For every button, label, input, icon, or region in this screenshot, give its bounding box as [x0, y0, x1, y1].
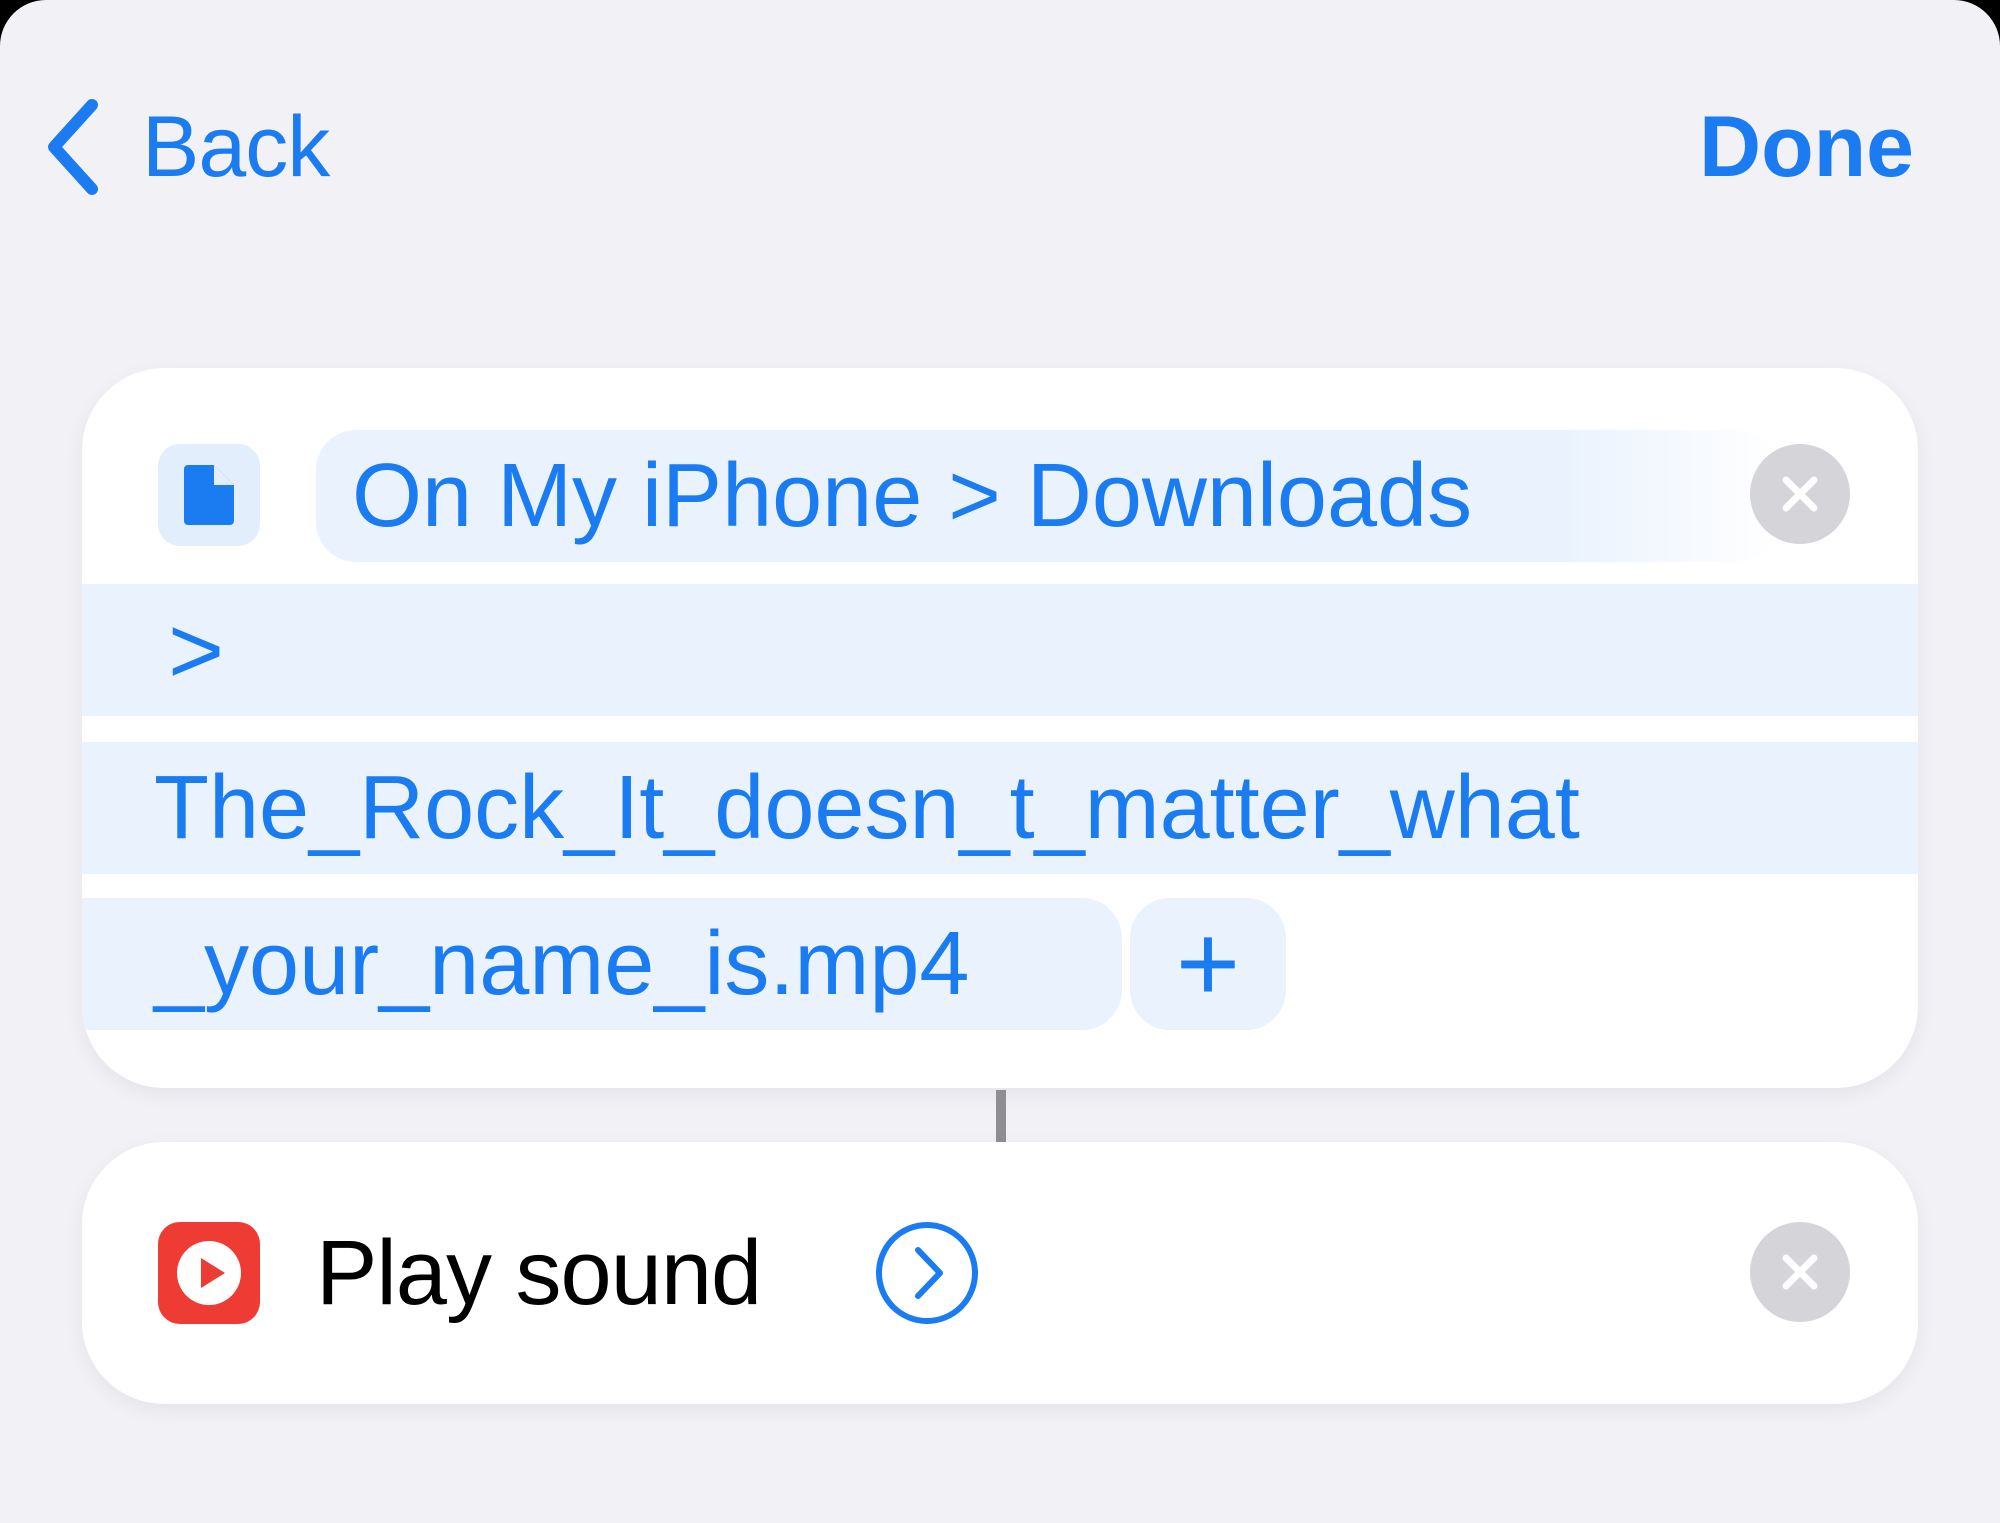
- play-sound-card: Play sound: [82, 1142, 1918, 1404]
- document-icon: [158, 444, 260, 546]
- subpath-row[interactable]: >: [82, 584, 1918, 716]
- back-button[interactable]: Back: [44, 92, 330, 202]
- path-location: On My iPhone: [352, 445, 923, 546]
- remove-action-button[interactable]: [1750, 1222, 1850, 1322]
- filename-line2: _your_name_is.mp4: [154, 913, 970, 1014]
- chevron-right-icon: >: [168, 597, 225, 704]
- filename-token-line2[interactable]: _your_name_is.mp4: [82, 898, 1122, 1030]
- action-title: Play sound: [316, 1222, 762, 1324]
- editor-sheet: Back Done On My iPhone > Downloads > The…: [0, 0, 2000, 1523]
- plus-icon: +: [1175, 902, 1241, 1025]
- remove-action-button[interactable]: [1750, 444, 1850, 544]
- done-button[interactable]: Done: [1699, 92, 1914, 202]
- folder-path-token[interactable]: On My iPhone > Downloads: [316, 430, 1776, 562]
- file-action-card: On My iPhone > Downloads > The_Rock_It_d…: [82, 368, 1918, 1088]
- close-icon: [1782, 1254, 1818, 1290]
- path-separator: >: [948, 445, 1001, 546]
- action-connector: [996, 1090, 1006, 1142]
- filename-token-line1[interactable]: The_Rock_It_doesn_t_matter_what: [82, 742, 1918, 874]
- filename-line1: The_Rock_It_doesn_t_matter_what: [154, 757, 1580, 858]
- back-label: Back: [142, 98, 330, 195]
- path-folder: Downloads: [1026, 445, 1473, 546]
- close-icon: [1782, 476, 1818, 512]
- chevron-left-icon: [48, 99, 98, 195]
- add-variable-button[interactable]: +: [1130, 898, 1286, 1030]
- expand-chevron-icon[interactable]: [874, 1220, 980, 1326]
- play-icon: [158, 1222, 260, 1324]
